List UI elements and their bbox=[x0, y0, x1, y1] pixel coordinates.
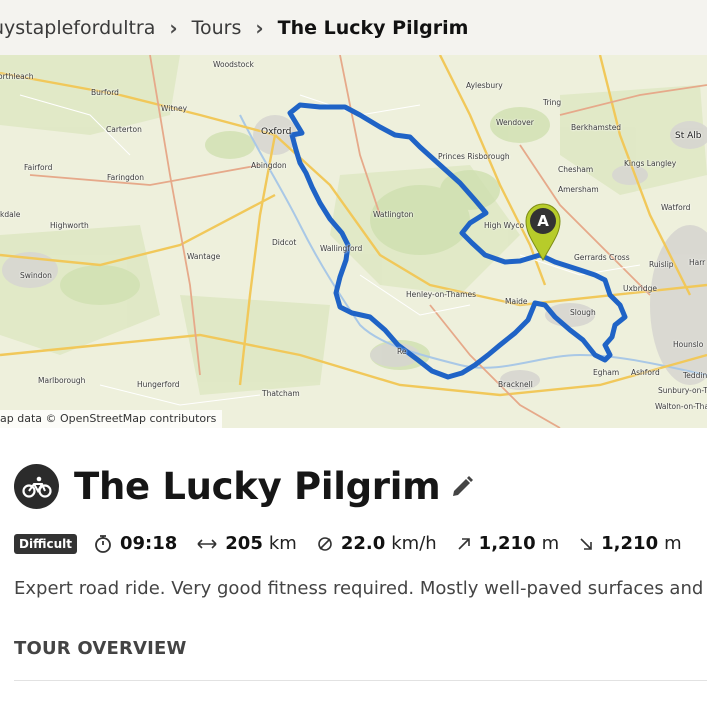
chevron-right-icon: › bbox=[169, 15, 178, 40]
map-place-label: orthleach bbox=[0, 72, 34, 81]
tour-overview-heading: TOUR OVERVIEW bbox=[14, 638, 187, 659]
map-place-label: Ruislip bbox=[649, 260, 674, 269]
map-place-label: Hounslo bbox=[673, 340, 704, 349]
duration-value: 09:18 bbox=[119, 533, 178, 554]
map-place-label: Egham bbox=[593, 368, 620, 377]
map-place-label: Aylesbury bbox=[466, 81, 503, 90]
distance-arrows-icon bbox=[197, 538, 217, 550]
start-marker-label: A bbox=[537, 212, 549, 230]
stopwatch-icon bbox=[94, 534, 112, 554]
map-place-label: Amersham bbox=[558, 185, 599, 194]
map-place-label: Ashford bbox=[631, 368, 660, 377]
start-marker-icon[interactable]: A bbox=[525, 203, 561, 262]
map-place-label: kdale bbox=[0, 210, 21, 219]
map-place-label: Watford bbox=[661, 203, 691, 212]
map-place-label: Berkhamsted bbox=[571, 123, 622, 132]
map-place-label: Re bbox=[397, 347, 407, 356]
map-place-label: Oxford bbox=[261, 127, 292, 137]
chevron-right-icon: › bbox=[255, 15, 264, 40]
map-place-label: Highworth bbox=[50, 221, 89, 230]
breadcrumb-tours-link[interactable]: Tours bbox=[192, 17, 242, 39]
speed-value: 22.0 bbox=[340, 533, 386, 554]
map-place-label: Burford bbox=[91, 88, 119, 97]
uphill-arrow-icon bbox=[457, 537, 471, 551]
map-place-label: Bracknell bbox=[498, 380, 533, 389]
breadcrumb: uystaplefordultra › Tours › The Lucky Pi… bbox=[0, 0, 707, 55]
tour-description: Expert road ride. Very good fitness requ… bbox=[14, 578, 707, 599]
map-place-label: Gerrards Cross bbox=[574, 253, 630, 262]
difficulty-badge: Difficult bbox=[14, 533, 77, 554]
divider bbox=[14, 680, 707, 681]
distance-value: 205 bbox=[225, 533, 263, 554]
speed-unit: km/h bbox=[391, 533, 437, 554]
map-place-label: Wallingford bbox=[320, 244, 363, 253]
map-place-label: Watlington bbox=[373, 210, 414, 219]
map-place-label: Tring bbox=[543, 98, 562, 107]
map-place-label: Chesham bbox=[558, 165, 594, 174]
map-place-label: Witney bbox=[161, 104, 188, 113]
route-map[interactable]: A Woodstock orthleach Burford Witney Cartert… bbox=[0, 55, 707, 428]
pencil-icon[interactable] bbox=[450, 475, 474, 499]
downhill-value: 1,210 bbox=[601, 533, 659, 554]
map-place-label: Slough bbox=[570, 308, 596, 317]
map-place-label: Uxbridge bbox=[623, 284, 657, 293]
road-bike-icon bbox=[14, 464, 59, 509]
map-place-label: Tedding bbox=[683, 371, 707, 380]
map-place-label: Sunbury-on-Thames bbox=[658, 386, 707, 395]
distance-stat: 205 km bbox=[197, 533, 297, 554]
map-place-label: Marlborough bbox=[38, 376, 86, 385]
downhill-stat: 1,210 m bbox=[579, 533, 682, 554]
map-place-label: Wantage bbox=[187, 252, 221, 261]
speed-stat: 22.0 km/h bbox=[317, 533, 437, 554]
map-place-label: Walton-on-Thames bbox=[655, 402, 707, 411]
map-place-label: Hungerford bbox=[137, 380, 180, 389]
map-place-label: Carterton bbox=[106, 125, 142, 134]
map-place-label: Swindon bbox=[20, 271, 52, 280]
map-place-label: High Wyco bbox=[484, 221, 525, 230]
map-place-label: Faringdon bbox=[107, 173, 145, 182]
breadcrumb-current: The Lucky Pilgrim bbox=[277, 16, 469, 39]
map-place-label: St Alb bbox=[675, 131, 702, 141]
tour-title: The Lucky Pilgrim bbox=[74, 465, 441, 508]
average-speed-icon bbox=[317, 536, 333, 552]
map-place-label: Henley-on-Thames bbox=[406, 290, 476, 299]
uphill-value: 1,210 bbox=[478, 533, 536, 554]
uphill-unit: m bbox=[541, 533, 560, 554]
map-place-label: Fairford bbox=[24, 163, 53, 172]
map-place-label: Abingdon bbox=[251, 161, 287, 170]
map-attribution[interactable]: ap data © OpenStreetMap contributors bbox=[0, 410, 223, 428]
map-place-label: Harr bbox=[689, 258, 706, 267]
tour-header: The Lucky Pilgrim bbox=[14, 464, 474, 509]
map-place-label: Thatcham bbox=[262, 389, 300, 398]
map-place-label: Princes Risborough bbox=[438, 152, 510, 161]
breadcrumb-user-link[interactable]: uystaplefordultra bbox=[0, 17, 155, 39]
uphill-stat: 1,210 m bbox=[457, 533, 559, 554]
duration-stat: 09:18 bbox=[94, 533, 177, 554]
downhill-arrow-icon bbox=[579, 537, 593, 551]
downhill-unit: m bbox=[664, 533, 682, 554]
map-place-label: Woodstock bbox=[213, 60, 254, 69]
distance-unit: km bbox=[268, 533, 297, 554]
map-place-label: Wendover bbox=[496, 118, 534, 127]
map-place-label: Didcot bbox=[272, 238, 297, 247]
map-place-label: Maide bbox=[505, 297, 528, 306]
map-place-label: Kings Langley bbox=[624, 159, 677, 168]
tour-stats: Difficult 09:18 205 km 22.0 km/h 1,210 m… bbox=[14, 533, 702, 554]
